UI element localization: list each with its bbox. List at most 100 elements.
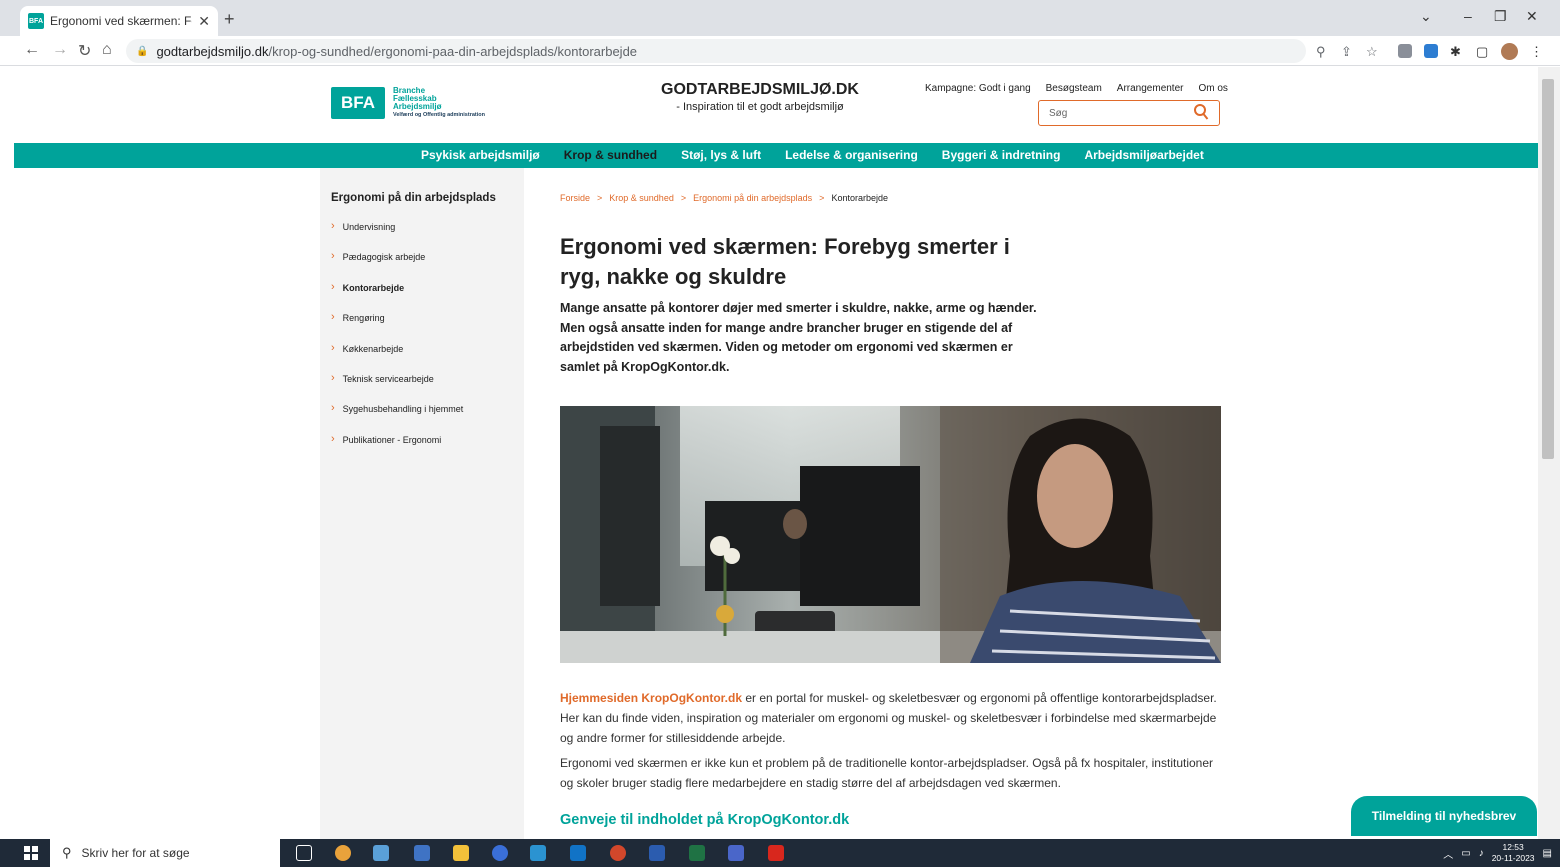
powerpoint-icon[interactable]	[610, 845, 626, 861]
search-input[interactable]: Søg	[1038, 100, 1220, 126]
hero-image	[560, 406, 1221, 663]
chevron-right-icon: ›	[331, 371, 335, 384]
minimize-icon[interactable]: –	[1464, 8, 1472, 24]
site-tagline: - Inspiration til et godt arbejdsmiljø	[676, 101, 844, 113]
tab-search-icon[interactable]: ⌄	[1420, 8, 1432, 25]
profile-avatar[interactable]	[1501, 43, 1518, 60]
maximize-icon[interactable]: ❐	[1494, 8, 1507, 25]
sidebar-item-undervisning[interactable]: › Undervisning	[331, 220, 463, 252]
bookmark-star-icon[interactable]: ☆	[1366, 44, 1378, 60]
sidebar-item-sygehusbehandling[interactable]: › Sygehusbehandling i hjemmet	[331, 403, 463, 434]
sidebar-item-label: Teknisk servicearbejde	[342, 373, 434, 384]
chevron-up-icon[interactable]: ︿	[1443, 846, 1453, 861]
nav-psykisk-arbejdsmiljo[interactable]: Psykisk arbejdsmiljø	[409, 143, 552, 168]
teams-icon[interactable]	[728, 845, 744, 861]
volume-icon[interactable]: ♪	[1479, 848, 1484, 859]
editor-icon[interactable]	[414, 845, 430, 861]
zoom-icon[interactable]: ⚲	[1316, 44, 1326, 60]
tab-title: Ergonomi ved skærmen: Foreby	[50, 14, 192, 28]
search-icon[interactable]	[1193, 103, 1209, 126]
sidebar-item-rengoering[interactable]: › Rengøring	[331, 312, 463, 343]
r-icon[interactable]	[492, 845, 508, 861]
chevron-right-icon: ›	[331, 341, 335, 354]
extensions-puzzle-icon[interactable]: ✱	[1450, 44, 1461, 60]
logo-line: Arbejdsmiljø	[393, 102, 442, 111]
windows-start-icon[interactable]	[24, 846, 38, 860]
file-explorer-icon[interactable]	[453, 845, 469, 861]
side-panel-icon[interactable]: ▢	[1476, 44, 1488, 60]
word-icon[interactable]	[649, 845, 665, 861]
taskbar-search-placeholder: Skriv her for at søge	[81, 846, 190, 860]
sas-icon[interactable]	[373, 845, 389, 861]
nav-byggeri-indretning[interactable]: Byggeri & indretning	[930, 143, 1073, 168]
extension-icon[interactable]	[1398, 44, 1412, 58]
address-bar[interactable]: 🔒 godtarbejdsmiljo.dk/krop-og-sundhed/er…	[126, 39, 1306, 63]
nav-arbejdsmiljoarbejdet[interactable]: Arbejdsmiljøarbejdet	[1072, 143, 1215, 168]
system-tray: ︿ ▭ ♪ 12:53 20-11-2023 ▤	[1443, 839, 1552, 867]
logo-mark: BFA	[331, 87, 385, 119]
back-icon[interactable]: ←	[24, 41, 40, 59]
sidebar-item-label: Rengøring	[342, 313, 385, 324]
sidebar-item-label: Undervisning	[342, 222, 396, 232]
site-title[interactable]: GODTARBEJDSMILJØ.DK - Inspiration til et…	[620, 81, 900, 113]
nav-krop-sundhed[interactable]: Krop & sundhed	[552, 143, 669, 168]
top-link-besoegsteam[interactable]: Besøgsteam	[1046, 83, 1102, 94]
breadcrumb: Forside > Krop & sundhed > Ergonomi på din a…	[560, 193, 888, 203]
kropogkontor-link[interactable]: Hjemmesiden KropOgKontor.dk	[560, 691, 742, 705]
forward-icon[interactable]: →	[52, 41, 68, 59]
nav-ledelse-organisering[interactable]: Ledelse & organisering	[773, 143, 930, 168]
menu-kebab-icon[interactable]: ⋮	[1530, 44, 1543, 60]
nav-stoej-lys-luft[interactable]: Støj, lys & luft	[669, 143, 773, 168]
webpage: BFA Branche Fællesskab Arbejdsmiljø Velf…	[0, 67, 1538, 839]
chevron-right-icon: ›	[331, 250, 335, 263]
extension-icon[interactable]	[1424, 44, 1438, 58]
lock-icon[interactable]: 🔒	[136, 46, 148, 57]
sidebar-item-label: Kontorarbejde	[342, 282, 405, 293]
chevron-right-icon: ›	[331, 432, 335, 445]
chevron-right-icon: ›	[331, 220, 335, 232]
taskbar-search-input[interactable]: ⚲ Skriv her for at søge	[50, 839, 280, 867]
task-view-icon[interactable]	[296, 845, 312, 861]
scrollbar-thumb[interactable]	[1542, 79, 1554, 459]
sidebar-item-publikationer[interactable]: › Publikationer - Ergonomi	[331, 432, 463, 465]
url-path: /krop-og-sundhed/ergonomi-paa-din-arbejd…	[268, 43, 638, 59]
home-icon[interactable]: ⌂	[102, 41, 112, 59]
sidebar-item-label: Køkkenarbejde	[342, 343, 404, 354]
notifications-icon[interactable]: ▤	[1543, 848, 1552, 859]
chrome-icon[interactable]	[335, 845, 351, 861]
sidebar-item-koekkenarbejde[interactable]: › Køkkenarbejde	[331, 341, 463, 374]
top-link-om-os[interactable]: Om os	[1198, 83, 1227, 94]
top-link-arrangementer[interactable]: Arrangementer	[1117, 83, 1184, 94]
outlook-icon[interactable]	[570, 845, 586, 861]
acrobat-icon[interactable]	[768, 845, 784, 861]
sidebar-item-kontorarbejde[interactable]: › Kontorarbejde	[331, 281, 463, 313]
breadcrumb-ergonomi[interactable]: Ergonomi på din arbejdsplads	[693, 193, 812, 203]
main-navigation: Psykisk arbejdsmiljø Krop & sundhed Støj…	[14, 143, 1538, 168]
sidebar-heading[interactable]: Ergonomi på din arbejdsplads	[331, 192, 496, 204]
newsletter-signup-button[interactable]: Tilmelding til nyhedsbrev	[1351, 796, 1537, 836]
new-tab-icon[interactable]: +	[224, 9, 235, 30]
bfa-logo[interactable]: BFA Branche Fællesskab Arbejdsmiljø Velf…	[331, 87, 485, 119]
page-scrollbar[interactable]	[1538, 67, 1560, 839]
sidebar-item-label: Publikationer - Ergonomi	[342, 434, 442, 445]
top-link-kampagne[interactable]: Kampagne: Godt i gang	[925, 83, 1031, 94]
taskbar-clock[interactable]: 12:53 20-11-2023	[1492, 842, 1535, 864]
sidebar: Ergonomi på din arbejdsplads › Undervisni…	[320, 168, 524, 839]
breadcrumb-krop-sundhed[interactable]: Krop & sundhed	[609, 193, 674, 203]
reload-icon[interactable]: ↻	[78, 41, 91, 61]
share-icon[interactable]: ⇪	[1341, 44, 1352, 60]
page-title: Ergonomi ved skærmen: Forebyg smerter i …	[560, 234, 1010, 289]
browser-tab[interactable]: BFA Ergonomi ved skærmen: Foreby ✕	[20, 6, 218, 36]
network-icon[interactable]: ▭	[1461, 848, 1470, 859]
breadcrumb-forside[interactable]: Forside	[560, 193, 590, 203]
app-icon[interactable]	[530, 845, 546, 861]
top-links: Kampagne: Godt i gang Besøgsteam Arrange…	[925, 83, 1228, 94]
logo-line: Velfærd og Offentlig administration	[393, 112, 485, 118]
close-tab-icon[interactable]: ✕	[198, 13, 210, 30]
excel-icon[interactable]	[689, 845, 705, 861]
close-window-icon[interactable]: ✕	[1526, 8, 1538, 25]
sidebar-item-teknisk-servicearbejde[interactable]: › Teknisk servicearbejde	[331, 371, 463, 404]
bfa-favicon-icon: BFA	[28, 13, 44, 29]
sidebar-item-paedagogisk-arbejde[interactable]: › Pædagogisk arbejde	[331, 250, 463, 282]
sidebar-list: › Undervisning › Pædagogisk arbejde › Konto…	[331, 220, 463, 465]
